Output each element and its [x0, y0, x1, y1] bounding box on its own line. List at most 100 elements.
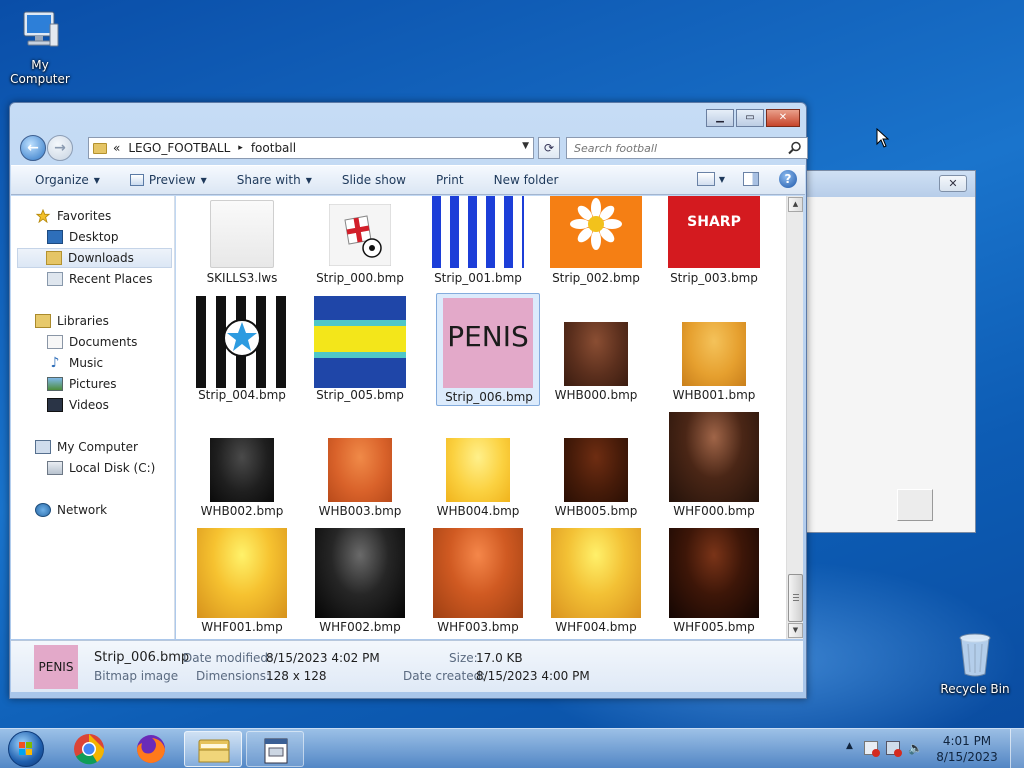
- breadcrumb-separator-icon[interactable]: ▸: [238, 143, 243, 153]
- file-name: SKILLS3.lws: [206, 271, 278, 285]
- chevron-down-icon: ▼: [93, 175, 100, 185]
- file-item[interactable]: WHF004.bmp: [544, 526, 648, 636]
- nav-item-downloads[interactable]: Downloads: [17, 248, 172, 268]
- desktop-icon-recycle-bin[interactable]: Recycle Bin: [935, 630, 1015, 696]
- nav-label: Favorites: [57, 209, 112, 223]
- search-box[interactable]: [566, 137, 808, 159]
- file-item[interactable]: WHB000.bmp: [544, 294, 648, 404]
- breadcrumb-overflow[interactable]: «: [113, 141, 120, 155]
- nav-item-my-computer[interactable]: My Computer: [35, 437, 138, 457]
- slide-show-button[interactable]: Slide show: [322, 166, 416, 194]
- refresh-button[interactable]: ⟳: [538, 137, 560, 159]
- clock[interactable]: 4:01 PM 8/15/2023: [932, 733, 1002, 765]
- preview-pane-icon[interactable]: [743, 172, 759, 186]
- thumbnail-hair: [551, 528, 641, 618]
- file-item[interactable]: WHB002.bmp: [190, 410, 294, 520]
- file-list: SKILLS3.lws Strip_000.bmp Strip_001.bmp: [176, 196, 786, 639]
- taskbar-app-button[interactable]: [246, 731, 304, 767]
- details-pane: PENIS Strip_006.bmp Bitmap image Date mo…: [11, 640, 803, 692]
- clock-date: 8/15/2023: [936, 750, 998, 764]
- thumbnail-hair: [328, 438, 392, 502]
- clock-time: 4:01 PM: [942, 734, 992, 748]
- window-caption-buttons: ▁ ▭ ✕: [706, 109, 800, 127]
- address-dropdown-icon[interactable]: ▼: [522, 141, 529, 151]
- taskbar-chrome-button[interactable]: [60, 731, 118, 767]
- desktop-icon-label: My Computer: [10, 58, 70, 86]
- search-input[interactable]: [567, 138, 777, 158]
- file-item[interactable]: Strip_004.bmp: [190, 294, 294, 404]
- volume-muted-icon[interactable]: 🔈: [908, 741, 923, 755]
- chevron-down-icon: ▼: [200, 175, 207, 185]
- preview-icon: [129, 174, 144, 186]
- print-button[interactable]: Print: [416, 166, 474, 194]
- thumbnail-hair: [564, 438, 628, 502]
- file-item[interactable]: WHF005.bmp: [662, 526, 766, 636]
- nav-item-pictures[interactable]: Pictures: [47, 374, 117, 394]
- view-options-icon[interactable]: [696, 172, 715, 186]
- file-item[interactable]: WHB003.bmp: [308, 410, 412, 520]
- preview-button[interactable]: Preview ▼: [110, 166, 217, 194]
- nav-item-documents[interactable]: Documents: [47, 332, 137, 352]
- nav-item-network[interactable]: Network: [35, 500, 107, 520]
- desktop-icon-my-computer[interactable]: My Computer: [0, 8, 80, 86]
- file-item[interactable]: WHB001.bmp: [662, 294, 766, 404]
- nav-item-libraries[interactable]: Libraries: [35, 311, 109, 331]
- nav-label: Recent Places: [69, 272, 153, 286]
- organize-button[interactable]: Organize ▼: [11, 166, 110, 194]
- taskbar-explorer-button[interactable]: [184, 731, 242, 767]
- maximize-button[interactable]: ▭: [736, 109, 764, 127]
- details-filename: Strip_006.bmp: [94, 650, 190, 665]
- show-desktop-button[interactable]: [1010, 729, 1024, 768]
- nav-label: Network: [57, 503, 108, 517]
- back-button[interactable]: ←: [20, 135, 46, 161]
- file-item[interactable]: SKILLS3.lws: [190, 196, 294, 288]
- nav-item-desktop[interactable]: Desktop: [47, 227, 119, 247]
- vertical-scrollbar[interactable]: ▲ ▼: [786, 196, 803, 639]
- view-dropdown-icon[interactable]: ▼: [719, 175, 725, 184]
- close-button[interactable]: ✕: [766, 109, 800, 127]
- nav-item-local-disk[interactable]: Local Disk (C:): [47, 458, 155, 478]
- nav-item-music[interactable]: ♪ Music: [47, 353, 104, 373]
- help-icon[interactable]: ?: [779, 170, 797, 188]
- file-name: Strip_002.bmp: [552, 271, 640, 285]
- file-item[interactable]: Strip_001.bmp: [426, 196, 530, 288]
- file-item[interactable]: SHARP Strip_003.bmp: [662, 196, 766, 288]
- file-item-selected[interactable]: PENIS Strip_006.bmp: [436, 293, 540, 406]
- thumbnail-text: PENIS: [447, 320, 529, 353]
- network-tray-icon[interactable]: [886, 741, 902, 757]
- file-item[interactable]: WHF003.bmp: [426, 526, 530, 636]
- search-icon[interactable]: [788, 141, 802, 155]
- taskbar-firefox-button[interactable]: [122, 731, 180, 767]
- dialog-close-button[interactable]: ✕: [939, 175, 967, 192]
- preview-label: Preview: [148, 173, 196, 187]
- nav-item-favorites[interactable]: Favorites: [35, 206, 111, 226]
- file-item[interactable]: Strip_000.bmp: [308, 196, 412, 288]
- file-item[interactable]: WHF002.bmp: [308, 526, 412, 636]
- address-bar[interactable]: « LEGO_FOOTBALL ▸ football ▼: [88, 137, 534, 159]
- action-center-flag-icon[interactable]: [864, 741, 880, 757]
- file-item[interactable]: Strip_002.bmp: [544, 196, 648, 288]
- breadcrumb-lego-football[interactable]: LEGO_FOOTBALL: [128, 141, 230, 155]
- breadcrumb-football[interactable]: football: [251, 141, 296, 155]
- thumbnail-hair: [682, 322, 746, 386]
- forward-button[interactable]: →: [47, 135, 73, 161]
- scroll-down-icon[interactable]: ▼: [788, 623, 803, 638]
- share-with-button[interactable]: Share with ▼: [217, 166, 322, 194]
- nav-item-recent-places[interactable]: Recent Places: [47, 269, 152, 289]
- navigation-bar: ← → « LEGO_FOOTBALL ▸ football ▼ ⟳: [18, 134, 808, 162]
- start-button[interactable]: [8, 731, 44, 767]
- show-hidden-icons-icon[interactable]: ▲: [846, 741, 853, 751]
- scroll-up-icon[interactable]: ▲: [788, 197, 803, 212]
- dialog-button[interactable]: [897, 489, 933, 521]
- file-item[interactable]: WHF001.bmp: [190, 526, 294, 636]
- file-item[interactable]: WHB005.bmp: [544, 410, 648, 520]
- file-item[interactable]: Strip_005.bmp: [308, 294, 412, 404]
- taskbar: ▲ 🔈 4:01 PM 8/15/2023: [0, 728, 1024, 768]
- new-folder-button[interactable]: New folder: [474, 166, 569, 194]
- file-item[interactable]: WHB004.bmp: [426, 410, 530, 520]
- scrollbar-thumb[interactable]: [788, 574, 803, 622]
- file-item[interactable]: WHF000.bmp: [662, 410, 766, 520]
- minimize-button[interactable]: ▁: [706, 109, 734, 127]
- file-name: WHF002.bmp: [319, 620, 401, 634]
- nav-item-videos[interactable]: Videos: [47, 395, 109, 415]
